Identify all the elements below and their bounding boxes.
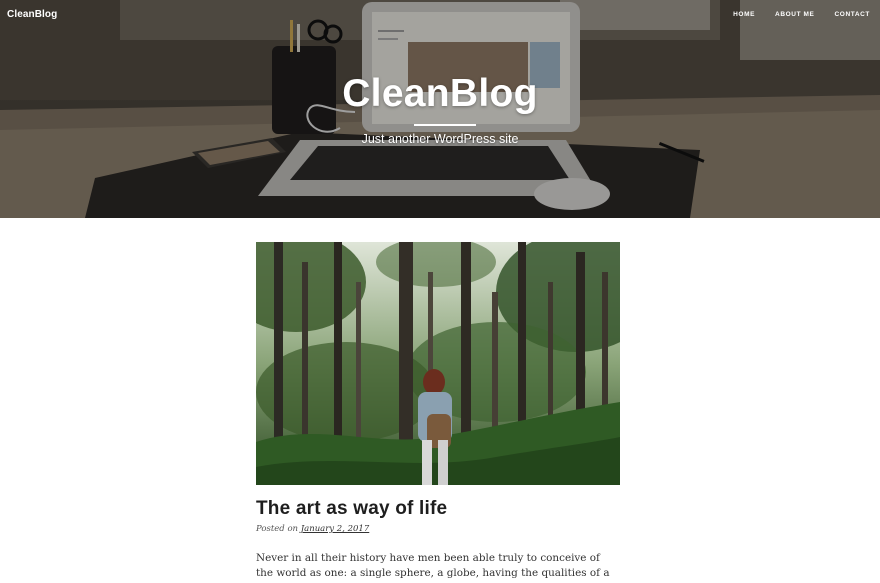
post-meta: Posted on January 2, 2017	[256, 524, 369, 534]
nav-item-home[interactable]: HOME	[733, 11, 755, 18]
forest-hiker-image	[256, 242, 620, 485]
post-title-link[interactable]: The art as way of life	[256, 498, 447, 520]
site-title: CleanBlog	[342, 72, 538, 115]
post-date-link[interactable]: January 2, 2017	[301, 524, 370, 534]
title-divider	[414, 124, 476, 126]
nav-item-about-me[interactable]: ABOUT ME	[775, 11, 814, 18]
site-tagline: Just another WordPress site	[361, 132, 519, 146]
brand-logo-link[interactable]: CleanBlog	[7, 9, 57, 20]
post-excerpt: Never in all their history have men been…	[256, 552, 610, 583]
hero-header: CleanBlog HOME ABOUT ME CONTACT CleanBlo…	[0, 0, 880, 218]
nav-item-contact[interactable]: CONTACT	[835, 11, 871, 18]
main-nav: HOME ABOUT ME CONTACT	[713, 11, 870, 18]
posted-on-label: Posted on	[256, 524, 299, 534]
post-featured-image[interactable]	[256, 242, 620, 485]
